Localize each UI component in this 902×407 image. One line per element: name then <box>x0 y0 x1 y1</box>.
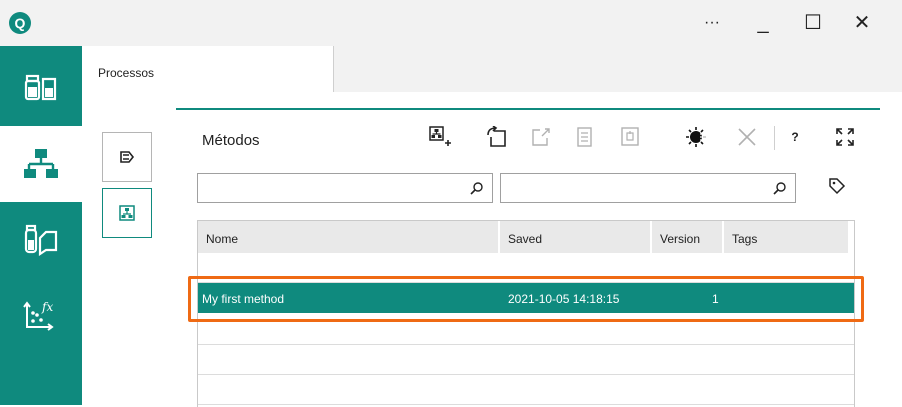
methods-panel: Métodos ? Nome Saved Version Tags My fir… <box>176 108 880 407</box>
toolbar-divider <box>774 126 775 150</box>
maximize-button[interactable]: ☐ <box>793 10 833 36</box>
delete-icon <box>738 128 756 146</box>
reagents-icon <box>24 74 57 101</box>
run-button[interactable] <box>682 122 712 152</box>
column-header-version[interactable]: Version <box>652 221 724 253</box>
open-icon <box>487 126 506 147</box>
table-row-empty <box>198 315 854 345</box>
sidebar-item-samples[interactable] <box>0 202 82 278</box>
sidebar-item-processes[interactable] <box>0 126 82 202</box>
sidebar-item-reagents[interactable] <box>0 50 82 126</box>
copy-icon <box>621 127 639 146</box>
cell-name: My first method <box>202 292 285 306</box>
tags-search-input[interactable] <box>501 174 795 202</box>
svg-text:fx: fx <box>41 300 53 314</box>
document-icon <box>577 127 592 147</box>
tab-strip: Processos <box>82 46 902 92</box>
search-icon[interactable] <box>470 181 484 195</box>
open-button[interactable] <box>482 122 512 152</box>
export-button[interactable] <box>102 132 152 182</box>
tab-processos[interactable]: Processos <box>82 46 334 92</box>
name-search-input[interactable] <box>198 174 492 202</box>
cell-version: 1 <box>712 292 719 306</box>
more-options-button[interactable]: ··· <box>692 10 732 36</box>
function-plot-icon: fx <box>23 300 54 331</box>
tags-search-field <box>500 173 796 203</box>
minimize-button[interactable]: _ <box>743 10 783 36</box>
new-method-icon <box>429 126 451 146</box>
table-row-empty <box>198 345 854 375</box>
close-button[interactable]: ✕ <box>842 10 882 36</box>
delete-button[interactable] <box>732 122 762 152</box>
app-logo: Q <box>9 12 31 34</box>
help-icon: ? <box>791 130 799 144</box>
help-button[interactable]: ? <box>780 122 810 152</box>
document-button[interactable] <box>570 122 600 152</box>
edit-icon <box>532 128 550 146</box>
column-header-saved[interactable]: Saved <box>500 221 652 253</box>
table-row[interactable]: My first method 2021-10-05 14:18:15 1 <box>198 283 854 313</box>
method-icon <box>119 205 135 221</box>
title-bar: Q ··· _ ☐ ✕ <box>0 0 902 46</box>
table-row-empty <box>198 253 854 283</box>
table-header: Nome Saved Version Tags <box>198 221 854 253</box>
methods-button[interactable] <box>102 188 152 238</box>
export-icon <box>120 151 135 163</box>
cell-saved: 2021-10-05 14:18:15 <box>508 292 620 306</box>
process-hierarchy-icon <box>24 149 58 178</box>
new-method-button[interactable] <box>426 122 456 152</box>
column-header-name[interactable]: Nome <box>198 221 500 253</box>
sidebar-item-analysis[interactable]: fx <box>0 278 82 354</box>
run-icon <box>686 127 707 147</box>
copy-button[interactable] <box>616 122 646 152</box>
edit-button[interactable] <box>526 122 556 152</box>
table-row-empty <box>198 375 854 405</box>
samples-icon <box>24 224 58 256</box>
tag-icon[interactable] <box>828 177 846 195</box>
expand-icon <box>836 128 854 146</box>
methods-table: Nome Saved Version Tags My first method … <box>197 220 855 407</box>
search-icon[interactable] <box>773 181 787 195</box>
panel-title: Métodos <box>202 132 260 149</box>
sidebar: fx <box>0 46 82 405</box>
expand-button[interactable] <box>830 122 860 152</box>
name-search-field <box>197 173 493 203</box>
column-header-tags[interactable]: Tags <box>724 221 850 253</box>
